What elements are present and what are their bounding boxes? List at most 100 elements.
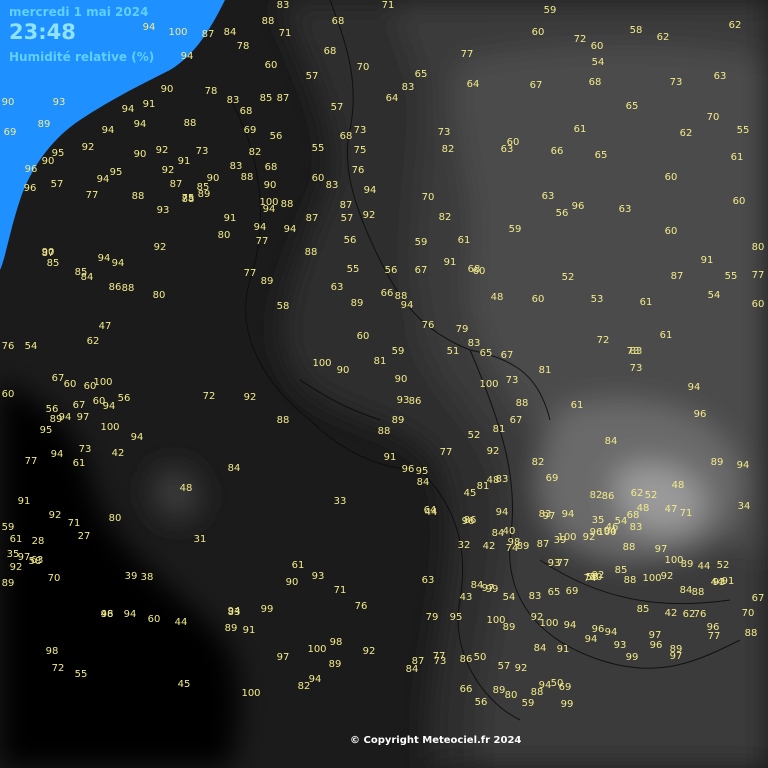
station-value: 65 bbox=[594, 150, 608, 161]
station-value: 91 bbox=[383, 452, 397, 463]
station-value: 79 bbox=[455, 324, 469, 335]
station-value: 83 bbox=[467, 338, 481, 349]
station-value: 60 bbox=[63, 379, 77, 390]
station-value: 64 bbox=[385, 93, 399, 104]
station-value: 88 bbox=[623, 575, 637, 586]
station-value: 62 bbox=[728, 20, 742, 31]
station-value: 60 bbox=[751, 299, 765, 310]
station-value: 87 bbox=[339, 200, 353, 211]
station-value: 73 bbox=[353, 125, 367, 136]
station-value: 56 bbox=[269, 131, 283, 142]
station-value: 63 bbox=[713, 71, 727, 82]
station-value: 86 bbox=[408, 396, 422, 407]
station-value: 61 bbox=[730, 152, 744, 163]
station-value: 94 bbox=[584, 634, 598, 645]
station-value: 63 bbox=[618, 204, 632, 215]
station-value: 96 bbox=[23, 183, 37, 194]
station-value: 79 bbox=[425, 612, 439, 623]
station-value: 89 bbox=[328, 659, 342, 670]
station-value: 68 bbox=[239, 106, 253, 117]
station-value: 62 bbox=[630, 488, 644, 499]
station-value: 60 bbox=[531, 27, 545, 38]
station-value: 77 bbox=[243, 268, 257, 279]
station-value: 83 bbox=[226, 95, 240, 106]
station-value: 90 bbox=[41, 247, 55, 258]
station-value: 80 bbox=[751, 242, 765, 253]
station-value: 65 bbox=[625, 101, 639, 112]
station-value: 95 bbox=[415, 466, 429, 477]
station-value: 60 bbox=[590, 41, 604, 52]
station-value: 88 bbox=[276, 415, 290, 426]
station-value: 57 bbox=[340, 213, 354, 224]
station-value: 82 bbox=[441, 144, 455, 155]
station-value: 68 bbox=[588, 77, 602, 88]
station-value: 84 bbox=[533, 643, 547, 654]
station-value: 93 bbox=[396, 395, 410, 406]
station-value: 56 bbox=[384, 265, 398, 276]
station-value: 69 bbox=[3, 127, 17, 138]
station-value: 78 bbox=[204, 86, 218, 97]
station-value: 75 bbox=[181, 193, 195, 204]
station-value: 100 bbox=[100, 422, 120, 433]
station-value: 57 bbox=[50, 179, 64, 190]
station-value: 82 bbox=[438, 212, 452, 223]
station-value: 92 bbox=[582, 532, 596, 543]
station-value: 96 bbox=[24, 164, 38, 175]
station-value: 89 bbox=[224, 623, 238, 634]
station-value: 83 bbox=[528, 591, 542, 602]
station-value: 92 bbox=[9, 562, 23, 573]
station-value: 68 bbox=[331, 16, 345, 27]
station-value: 76 bbox=[354, 601, 368, 612]
station-value: 47 bbox=[664, 504, 678, 515]
station-value: 94 bbox=[495, 507, 509, 518]
station-value: 59 bbox=[508, 224, 522, 235]
station-value: 63 bbox=[30, 555, 44, 566]
station-value: 94 bbox=[133, 119, 147, 130]
station-value: 76 bbox=[421, 320, 435, 331]
station-value: 97 bbox=[654, 544, 668, 555]
station-value: 60 bbox=[664, 226, 678, 237]
station-value: 92 bbox=[155, 145, 169, 156]
station-value: 77 bbox=[85, 190, 99, 201]
station-value: 56 bbox=[555, 208, 569, 219]
station-value: 80 bbox=[504, 690, 518, 701]
station-value: 98 bbox=[45, 646, 59, 657]
station-value: 100 bbox=[241, 688, 261, 699]
station-value: 81 bbox=[492, 424, 506, 435]
station-value: 88 bbox=[691, 587, 705, 598]
station-value: 86 bbox=[108, 282, 122, 293]
station-value: 42 bbox=[482, 541, 496, 552]
station-value: 99 bbox=[260, 604, 274, 615]
station-value: 56 bbox=[117, 393, 131, 404]
station-value: 73 bbox=[505, 375, 519, 386]
station-value: 84 bbox=[80, 272, 94, 283]
station-value: 83 bbox=[629, 522, 643, 533]
station-value: 88 bbox=[622, 542, 636, 553]
station-value: 65 bbox=[547, 587, 561, 598]
station-value: 91 bbox=[242, 625, 256, 636]
station-value: 83 bbox=[229, 161, 243, 172]
station-value: 94 bbox=[130, 432, 144, 443]
station-value: 92 bbox=[161, 165, 175, 176]
station-value: 67 bbox=[500, 350, 514, 361]
station-value: 59 bbox=[543, 5, 557, 16]
station-value: 93 bbox=[156, 205, 170, 216]
station-value: 60 bbox=[147, 614, 161, 625]
station-value: 92 bbox=[81, 142, 95, 153]
station-value: 45 bbox=[177, 679, 191, 690]
station-value: 99 bbox=[560, 699, 574, 710]
station-value: 62 bbox=[86, 336, 100, 347]
station-value: 92 bbox=[660, 571, 674, 582]
station-value: 82 bbox=[248, 147, 262, 158]
station-value: 70 bbox=[356, 62, 370, 73]
station-value: 62 bbox=[656, 32, 670, 43]
station-value: 65 bbox=[479, 348, 493, 359]
station-value: 69 bbox=[545, 473, 559, 484]
station-value: 87 bbox=[276, 93, 290, 104]
station-value: 69 bbox=[243, 125, 257, 136]
station-value: 84 bbox=[679, 585, 693, 596]
station-value: 94 bbox=[101, 125, 115, 136]
map-time: 23:48 bbox=[9, 20, 76, 44]
station-value: 34 bbox=[737, 501, 751, 512]
station-value: 89 bbox=[391, 415, 405, 426]
